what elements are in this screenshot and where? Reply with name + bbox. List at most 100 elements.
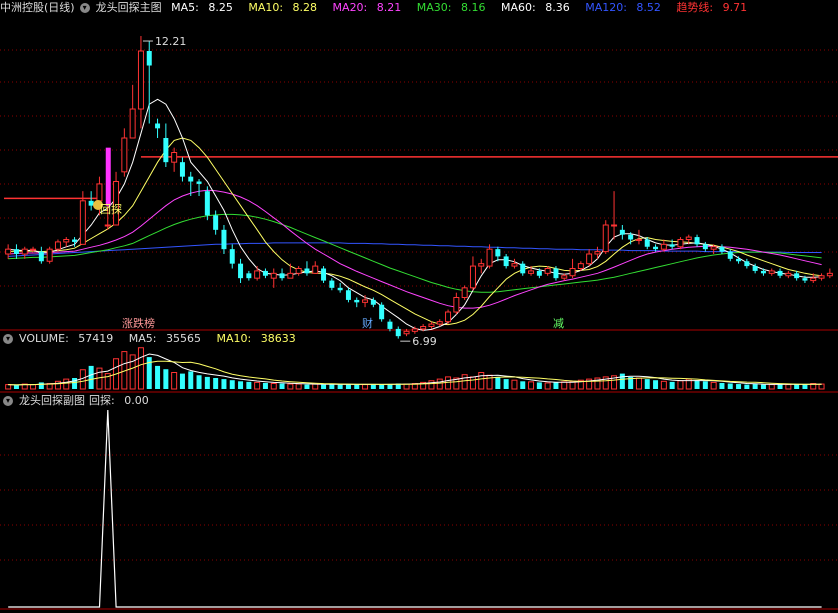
candle-body	[768, 270, 775, 274]
ma10-label: MA10:	[248, 1, 284, 14]
candle-body	[262, 270, 268, 276]
candle-body	[163, 138, 169, 163]
candle-body	[254, 270, 261, 279]
candle-body	[644, 239, 650, 247]
volume-bar	[536, 382, 542, 389]
candle-body	[179, 162, 185, 177]
low-price-label: 6.99	[412, 335, 437, 348]
vol-ma10-label: MA10:	[216, 332, 252, 345]
volume-bar	[155, 365, 161, 389]
volume-bar	[213, 378, 219, 389]
main-indicator-name[interactable]: 龙头回探主图	[96, 1, 162, 14]
candle-body	[635, 239, 642, 241]
candle-body	[96, 183, 103, 202]
candle-body	[727, 251, 733, 259]
huitan-value: 0.00	[124, 394, 149, 407]
candle-body	[21, 248, 28, 255]
candle-body	[221, 229, 227, 250]
chevron-down-icon[interactable]: ▾	[3, 334, 13, 344]
volume-bar	[785, 384, 792, 390]
candle-body	[586, 253, 593, 265]
volume-bar	[619, 373, 625, 389]
candle-body	[553, 268, 559, 279]
event-marker-cai[interactable]: 财	[362, 315, 373, 331]
candle-body	[760, 270, 766, 274]
candle-body	[669, 244, 675, 247]
ma120-value: 8.52	[636, 1, 661, 14]
candle-body	[561, 275, 568, 279]
stock-name[interactable]: 中洲控股(日线)	[0, 1, 75, 14]
candle-body	[213, 215, 219, 230]
candle-body	[777, 270, 783, 276]
candle-body	[736, 258, 742, 262]
candle-body	[196, 181, 202, 184]
candle-body	[411, 328, 418, 332]
candle-body	[436, 321, 443, 325]
candle-body	[810, 277, 817, 282]
volume-bar	[270, 383, 277, 390]
candle-body	[752, 266, 758, 271]
volume-bar	[30, 384, 37, 390]
volume-bar	[279, 383, 285, 389]
candle-body	[528, 270, 535, 274]
candle-body	[79, 200, 86, 245]
candle-body	[287, 272, 294, 279]
volume-bar	[5, 384, 12, 390]
trend-value: 9.71	[722, 1, 748, 14]
volume-bar	[478, 372, 485, 390]
main-legend: 中洲控股(日线) ▾ 龙头回探主图 MA5: 8.25 MA10: 8.28 MA2…	[0, 0, 759, 16]
candle-body	[577, 263, 584, 269]
volume-bar	[469, 376, 476, 390]
candle-body	[685, 236, 692, 240]
candle-body	[88, 200, 94, 206]
volume-bar	[660, 380, 667, 390]
signal-label: 回探	[100, 203, 122, 216]
ma5-label: MA5:	[171, 1, 199, 14]
volume-bar	[229, 380, 235, 389]
volume-bar	[503, 379, 509, 389]
candle-body	[569, 268, 576, 277]
volume-bar	[13, 385, 19, 389]
candle-body	[544, 268, 551, 274]
chart-canvas: 12.21 6.99 回探	[0, 35, 838, 610]
event-marker-jian[interactable]: 减	[553, 315, 564, 331]
candle-body	[304, 268, 310, 274]
volume-bar	[262, 382, 268, 389]
candle-body	[428, 323, 435, 328]
ma10-line	[8, 137, 822, 326]
candle-body	[329, 280, 335, 288]
chevron-down-icon[interactable]: ▾	[3, 396, 13, 406]
candle-body	[702, 244, 708, 250]
volume-bar	[710, 381, 717, 390]
volume-bar	[196, 375, 202, 389]
vol-ma5-value: 35565	[166, 332, 202, 345]
candle-body	[503, 256, 509, 267]
chevron-down-icon[interactable]: ▾	[79, 3, 90, 13]
candle-body	[121, 137, 128, 173]
candle-body	[495, 249, 501, 257]
sub-legend: ▾ 龙头回探副图 回探: 0.00	[0, 393, 161, 409]
candle-body	[744, 261, 750, 267]
candle-body	[619, 229, 625, 235]
candle-body	[677, 239, 684, 248]
volume-bar	[304, 384, 310, 389]
event-marker-zhangdiebang[interactable]: 涨跌榜	[122, 315, 155, 331]
volume-bar	[179, 373, 185, 389]
candle-body	[628, 234, 634, 240]
candle-body	[478, 263, 485, 267]
ma120-label: MA120:	[585, 1, 627, 14]
volume-bar	[727, 383, 733, 389]
volume-bar	[204, 376, 210, 389]
volume-bar	[752, 384, 758, 389]
candle-body	[5, 248, 12, 255]
sub-indicator-name[interactable]: 龙头回探副图	[19, 394, 85, 407]
candle-body	[719, 246, 725, 252]
volume-bar	[561, 381, 568, 390]
candle-body	[188, 176, 194, 182]
candle-body	[129, 108, 136, 139]
volume-bar	[54, 380, 61, 390]
volume-bar	[163, 369, 169, 389]
volume-label: VOLUME:	[19, 332, 69, 345]
volume-bar	[760, 384, 766, 389]
candle-body	[13, 249, 19, 254]
